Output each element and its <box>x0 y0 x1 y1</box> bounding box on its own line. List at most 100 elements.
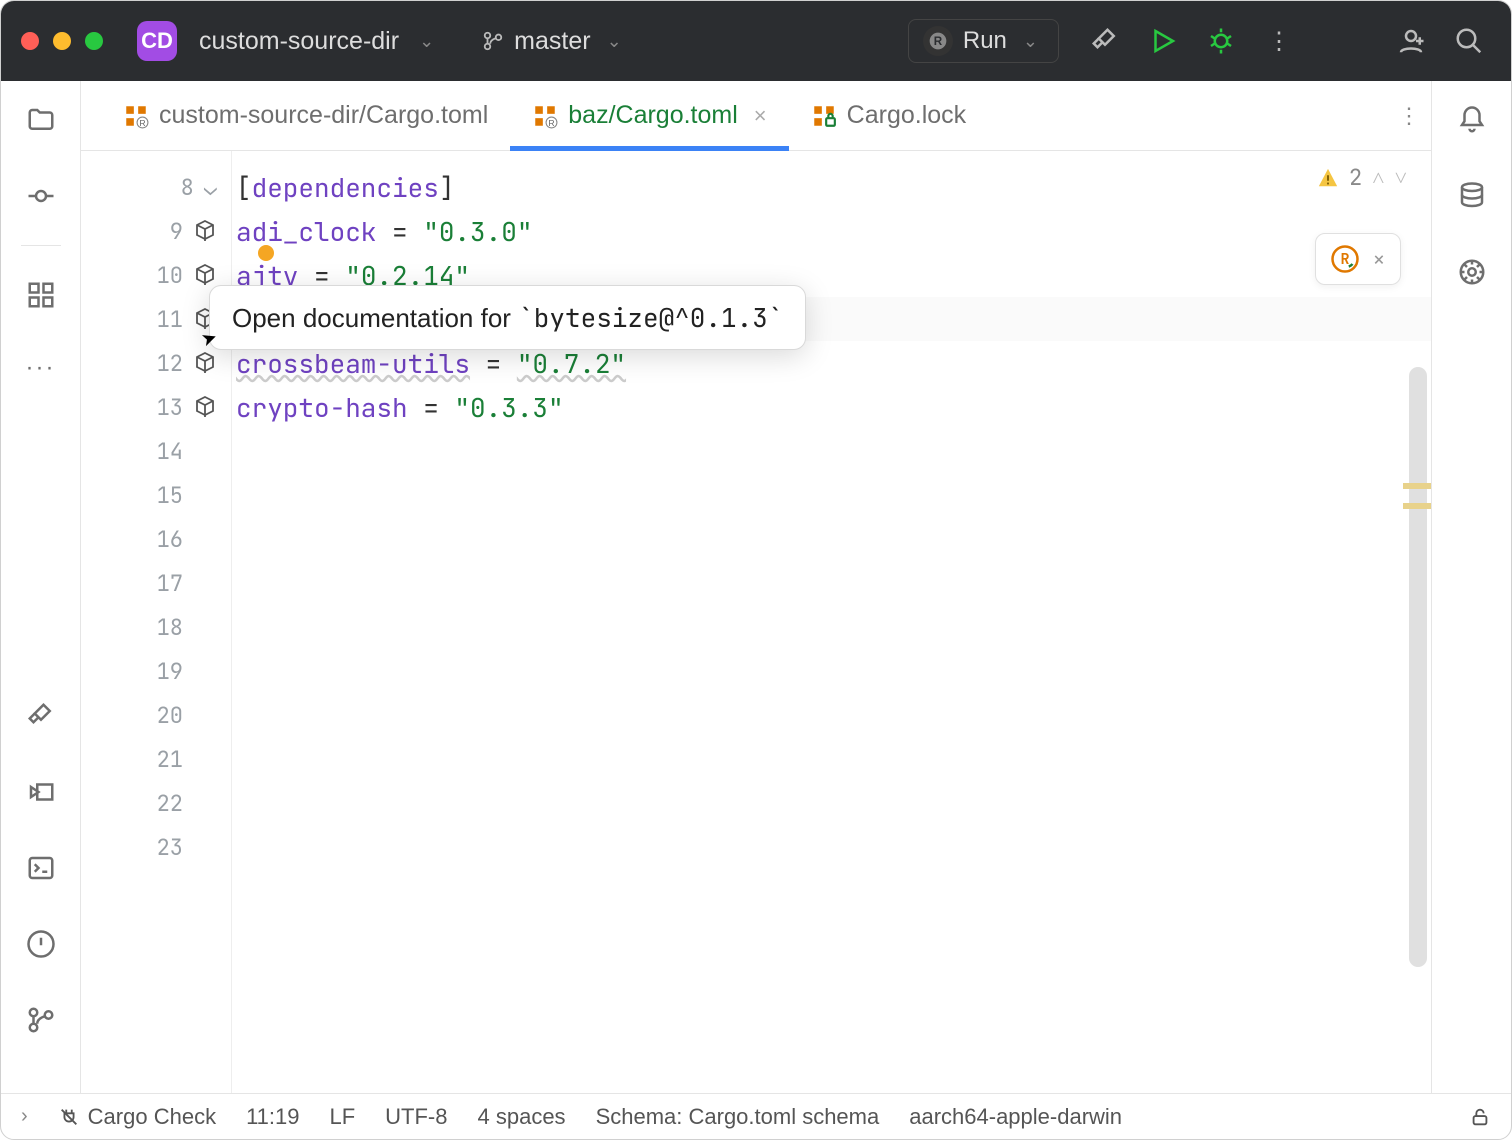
window-controls <box>21 32 103 50</box>
project-name[interactable]: custom-source-dir <box>199 27 399 56</box>
debug-button[interactable] <box>1199 19 1243 63</box>
code-line[interactable] <box>236 693 1431 737</box>
code-line[interactable] <box>236 517 1431 561</box>
branch-name: master <box>514 27 590 56</box>
vcs-branch-widget[interactable]: master ⌄ <box>482 27 628 56</box>
indent-widget[interactable]: 4 spaces <box>478 1104 566 1130</box>
commit-tool-button[interactable] <box>24 179 58 213</box>
editor-tab[interactable]: R baz/Cargo.toml × <box>510 81 788 150</box>
run-button[interactable] <box>1141 19 1185 63</box>
cargo-tool-button[interactable] <box>1455 255 1489 289</box>
gutter-line[interactable]: 22 <box>81 781 231 825</box>
cargo-check-widget[interactable]: Cargo Check <box>58 1104 216 1130</box>
problems-tool-button[interactable] <box>24 927 58 961</box>
line-separator-widget[interactable]: LF <box>329 1104 355 1130</box>
code-line[interactable] <box>236 825 1431 869</box>
scrollbar-thumb[interactable] <box>1409 367 1427 967</box>
cursor-position-widget[interactable]: 11:19 <box>246 1104 299 1130</box>
vcs-tool-button[interactable] <box>24 1003 58 1037</box>
close-tab-button[interactable]: × <box>754 103 767 129</box>
more-tools-button[interactable]: ··· <box>26 354 56 382</box>
gutter-line[interactable]: 13 <box>81 385 231 429</box>
build-tool-button[interactable] <box>24 699 58 733</box>
ide-window: CD custom-source-dir ⌄ master ⌄ R Run ⌄ … <box>0 0 1512 1140</box>
code-line[interactable] <box>236 561 1431 605</box>
svg-text:R: R <box>549 117 555 127</box>
chevron-down-icon[interactable]: ⌄ <box>419 31 434 52</box>
run-config-selector[interactable]: R Run ⌄ <box>908 19 1059 63</box>
svg-text:R: R <box>1341 249 1350 269</box>
code-line[interactable]: adi_clock = "0.3.0" <box>236 209 1431 253</box>
gutter-line[interactable]: 8⌄ <box>81 165 231 209</box>
structure-tool-button[interactable] <box>24 278 58 312</box>
editor[interactable]: 8⌄91011121314151617181920212223 2 ˄ ˅ R <box>81 151 1431 1093</box>
more-actions-button[interactable]: ⋮ <box>1257 19 1301 63</box>
code-line[interactable]: crypto-hash = "0.3.3" <box>236 385 1431 429</box>
search-everywhere-button[interactable] <box>1447 19 1491 63</box>
cargo-file-icon: R <box>532 103 558 129</box>
status-bar: › Cargo Check 11:19 LF UTF-8 4 spaces Sc… <box>1 1093 1511 1139</box>
tab-label: Cargo.lock <box>847 101 967 130</box>
code-line[interactable] <box>236 737 1431 781</box>
target-widget[interactable]: aarch64-apple-darwin <box>909 1104 1122 1130</box>
gutter: 8⌄91011121314151617181920212223 <box>81 151 231 1093</box>
code-line[interactable]: [dependencies] <box>236 165 1431 209</box>
terminal-tool-button[interactable] <box>24 851 58 885</box>
gutter-line[interactable]: 10 <box>81 253 231 297</box>
documentation-tooltip[interactable]: Open documentation for `bytesize@^0.1.3` <box>209 285 806 350</box>
floating-toolbar[interactable]: R × <box>1315 233 1401 285</box>
editor-tab[interactable]: R custom-source-dir/Cargo.toml <box>101 81 510 150</box>
close-window-button[interactable] <box>21 32 39 50</box>
editor-tab[interactable]: Cargo.lock <box>789 81 989 150</box>
tool-windows-toggle[interactable]: › <box>21 1105 28 1128</box>
gutter-line[interactable]: 15 <box>81 473 231 517</box>
crate-icon[interactable] <box>193 263 217 287</box>
right-tool-rail <box>1431 81 1511 1093</box>
scrollbar-marker[interactable] <box>1403 503 1431 509</box>
code-line[interactable] <box>236 781 1431 825</box>
run-config-label: Run <box>963 27 1007 55</box>
crate-icon[interactable] <box>193 219 217 243</box>
gutter-line[interactable]: 19 <box>81 649 231 693</box>
gutter-line[interactable]: 14 <box>81 429 231 473</box>
close-icon[interactable]: × <box>1372 245 1385 274</box>
left-tool-rail: ··· <box>1 81 81 1093</box>
scrollbar-marker[interactable] <box>1403 483 1431 489</box>
encoding-widget[interactable]: UTF-8 <box>385 1104 447 1130</box>
gutter-line[interactable]: 20 <box>81 693 231 737</box>
editor-tabs: R custom-source-dir/Cargo.toml R baz/Car… <box>81 81 1431 151</box>
prev-highlight-button[interactable]: ˄ <box>1372 163 1384 192</box>
database-tool-button[interactable] <box>1455 179 1489 213</box>
code-with-me-button[interactable] <box>1389 19 1433 63</box>
project-tool-button[interactable] <box>24 103 58 137</box>
chevron-down-icon: ⌄ <box>1023 31 1038 52</box>
gutter-line[interactable]: 18 <box>81 605 231 649</box>
code-area[interactable]: 2 ˄ ˅ R × Open documentation for `bytesi… <box>232 151 1431 1093</box>
warning-icon <box>1317 167 1339 189</box>
gutter-line[interactable]: 21 <box>81 737 231 781</box>
editor-area: R custom-source-dir/Cargo.toml R baz/Car… <box>81 81 1431 1093</box>
build-button[interactable] <box>1083 19 1127 63</box>
minimize-window-button[interactable] <box>53 32 71 50</box>
tooltip-text: Open documentation for <box>232 303 518 333</box>
schema-widget[interactable]: Schema: Cargo.toml schema <box>596 1104 880 1130</box>
code-line[interactable] <box>236 429 1431 473</box>
code-line[interactable] <box>236 473 1431 517</box>
tab-more-button[interactable]: ⋮ <box>1387 81 1431 150</box>
rust-reload-icon[interactable]: R <box>1330 244 1360 274</box>
crate-icon[interactable] <box>193 395 217 419</box>
run-tool-button[interactable] <box>24 775 58 809</box>
code-line[interactable] <box>236 649 1431 693</box>
readonly-toggle[interactable] <box>1469 1106 1491 1128</box>
code-line[interactable] <box>236 605 1431 649</box>
svg-text:R: R <box>139 117 145 127</box>
gutter-line[interactable]: 9 <box>81 209 231 253</box>
svg-text:R: R <box>934 35 943 48</box>
gutter-line[interactable]: 17 <box>81 561 231 605</box>
zoom-window-button[interactable] <box>85 32 103 50</box>
gutter-line[interactable]: 16 <box>81 517 231 561</box>
inspections-widget[interactable]: 2 ˄ ˅ <box>1317 163 1407 192</box>
notifications-button[interactable] <box>1455 103 1489 137</box>
gutter-line[interactable]: 23 <box>81 825 231 869</box>
next-highlight-button[interactable]: ˅ <box>1395 163 1407 192</box>
